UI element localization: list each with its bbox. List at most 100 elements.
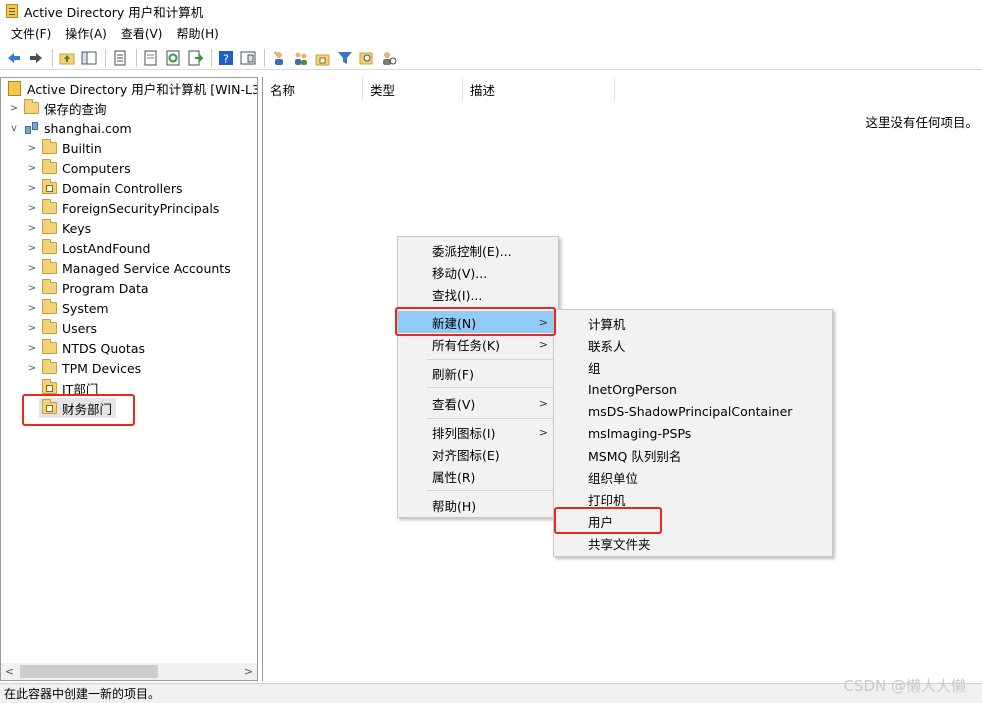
submenu-item-user[interactable]: 用户 bbox=[554, 510, 832, 532]
tree-item-tpm-devices[interactable]: > TPM Devices bbox=[25, 358, 141, 378]
tree-item-label: System bbox=[62, 300, 109, 316]
menu-item-refresh[interactable]: 刷新(F) bbox=[398, 362, 558, 384]
chevron-down-icon[interactable]: v bbox=[7, 123, 21, 134]
chevron-right-icon[interactable]: > bbox=[25, 163, 39, 174]
filter-icon[interactable] bbox=[335, 48, 355, 68]
tree-item-keys[interactable]: > Keys bbox=[25, 218, 91, 238]
new-user-icon[interactable]: ✶ bbox=[269, 48, 289, 68]
chevron-right-icon[interactable]: > bbox=[25, 343, 39, 354]
submenu-item-inetorgperson[interactable]: InetOrgPerson bbox=[554, 378, 832, 400]
menu-item-delegate-control[interactable]: 委派控制(E)... bbox=[398, 239, 558, 261]
horizontal-scrollbar[interactable]: < > bbox=[1, 663, 257, 680]
column-header-name[interactable]: 名称 bbox=[263, 77, 363, 101]
tree-item-computers[interactable]: > Computers bbox=[25, 158, 131, 178]
tree-item-domain-controllers[interactable]: > Domain Controllers bbox=[25, 178, 182, 198]
submenu-item-ou[interactable]: 组织单位 bbox=[554, 466, 832, 488]
menu-item-find[interactable]: 查找(I)... bbox=[398, 283, 558, 305]
chevron-right-icon[interactable]: > bbox=[25, 263, 39, 274]
chevron-right-icon[interactable]: > bbox=[7, 103, 21, 114]
chevron-right-icon[interactable]: > bbox=[25, 323, 39, 334]
folder-icon bbox=[42, 219, 57, 234]
menu-item-all-tasks[interactable]: 所有任务(K) > bbox=[398, 333, 558, 355]
chevron-right-icon[interactable]: > bbox=[25, 283, 39, 294]
submenu-item-msmq-alias[interactable]: MSMQ 队列别名 bbox=[554, 444, 832, 466]
toolbar-separator bbox=[264, 48, 265, 67]
menu-item-label: 联系人 bbox=[588, 338, 626, 354]
tree-item-managed-service-accounts[interactable]: > Managed Service Accounts bbox=[25, 258, 231, 278]
chevron-right-icon[interactable]: > bbox=[25, 363, 39, 374]
menu-action[interactable]: 操作(A) bbox=[58, 25, 114, 42]
chevron-right-icon[interactable]: > bbox=[25, 203, 39, 214]
tree-root[interactable]: Active Directory 用户和计算机 [WIN-L3T bbox=[3, 78, 257, 98]
menu-separator bbox=[427, 418, 555, 419]
tree-item-label: Builtin bbox=[62, 140, 102, 156]
export-icon[interactable] bbox=[185, 48, 205, 68]
tree-item-finance-dept[interactable]: 财务部门 bbox=[39, 398, 117, 418]
tree-item-domain[interactable]: v shanghai.com bbox=[7, 118, 132, 138]
column-header-description[interactable]: 描述 bbox=[463, 77, 615, 101]
refresh-icon[interactable] bbox=[163, 48, 183, 68]
scroll-track[interactable] bbox=[18, 665, 240, 678]
new-group-icon[interactable] bbox=[291, 48, 311, 68]
chevron-right-icon[interactable]: > bbox=[25, 303, 39, 314]
chevron-right-icon[interactable]: > bbox=[25, 243, 39, 254]
menu-help[interactable]: 帮助(H) bbox=[169, 25, 225, 42]
tree-item-label: TPM Devices bbox=[62, 360, 142, 376]
submenu-item-shadow-principal-container[interactable]: msDS-ShadowPrincipalContainer bbox=[554, 400, 832, 422]
chevron-right-icon[interactable]: > bbox=[25, 143, 39, 154]
menu-file[interactable]: 文件(F) bbox=[4, 25, 58, 42]
up-folder-icon[interactable] bbox=[57, 48, 77, 68]
tree-item-saved-queries[interactable]: > 保存的查询 bbox=[7, 98, 107, 118]
scroll-left-icon[interactable]: < bbox=[1, 665, 18, 678]
scroll-right-icon[interactable]: > bbox=[240, 665, 257, 678]
menu-item-line-up-icons[interactable]: 对齐图标(E) bbox=[398, 443, 558, 465]
tree-item-users[interactable]: > Users bbox=[25, 318, 97, 338]
folder-icon bbox=[42, 339, 57, 354]
folder-icon bbox=[42, 139, 57, 154]
export-list-icon[interactable] bbox=[141, 48, 161, 68]
tree-item-foreign-security-principals[interactable]: > ForeignSecurityPrincipals bbox=[25, 198, 219, 218]
tree-item-ntds-quotas[interactable]: > NTDS Quotas bbox=[25, 338, 145, 358]
delegate-icon[interactable] bbox=[379, 48, 399, 68]
column-header-type[interactable]: 类型 bbox=[363, 77, 463, 101]
console-tree-icon[interactable] bbox=[238, 48, 258, 68]
menu-item-label: 用户 bbox=[588, 514, 614, 530]
forward-arrow-icon[interactable] bbox=[26, 48, 46, 68]
menu-item-move[interactable]: 移动(V)... bbox=[398, 261, 558, 283]
toolbar: ? ✶ bbox=[0, 46, 982, 70]
menu-item-view[interactable]: 查看(V) > bbox=[398, 392, 558, 414]
empty-list-message: 这里没有任何项目。 bbox=[865, 115, 978, 130]
folder-icon bbox=[42, 299, 57, 314]
menu-item-properties[interactable]: 属性(R) bbox=[398, 465, 558, 487]
submenu-item-printer[interactable]: 打印机 bbox=[554, 488, 832, 510]
submenu-item-shared-folder[interactable]: 共享文件夹 bbox=[554, 532, 832, 554]
submenu-item-computer[interactable]: 计算机 bbox=[554, 312, 832, 334]
properties-icon[interactable] bbox=[110, 48, 130, 68]
help-icon[interactable]: ? bbox=[216, 48, 236, 68]
tree-item-program-data[interactable]: > Program Data bbox=[25, 278, 149, 298]
menu-item-label: 帮助(H) bbox=[432, 498, 477, 514]
folder-icon bbox=[42, 359, 57, 374]
chevron-right-icon[interactable]: > bbox=[25, 223, 39, 234]
submenu-item-contact[interactable]: 联系人 bbox=[554, 334, 832, 356]
tree-item-system[interactable]: > System bbox=[25, 298, 109, 318]
tree-item-lost-and-found[interactable]: > LostAndFound bbox=[25, 238, 150, 258]
menu-item-label: 共享文件夹 bbox=[588, 536, 651, 552]
menu-item-new[interactable]: 新建(N) > bbox=[398, 311, 558, 333]
submenu-item-group[interactable]: 组 bbox=[554, 356, 832, 378]
tree-item-label: LostAndFound bbox=[62, 240, 151, 256]
submenu-item-msimaging-psps[interactable]: msImaging-PSPs bbox=[554, 422, 832, 444]
menu-item-arrange-icons[interactable]: 排列图标(I) > bbox=[398, 421, 558, 443]
chevron-right-icon[interactable]: > bbox=[25, 183, 39, 194]
menu-item-help[interactable]: 帮助(H) bbox=[398, 494, 558, 516]
new-ou-icon[interactable] bbox=[313, 48, 333, 68]
scroll-thumb[interactable] bbox=[20, 665, 158, 678]
watermark: CSDN @懒人大懒 bbox=[843, 677, 966, 695]
show-tree-icon[interactable] bbox=[79, 48, 99, 68]
menu-separator bbox=[427, 490, 555, 491]
menu-view[interactable]: 查看(V) bbox=[114, 25, 170, 42]
tree-item-builtin[interactable]: > Builtin bbox=[25, 138, 102, 158]
tree-item-it-dept[interactable]: IT部门 bbox=[39, 378, 98, 398]
back-arrow-icon[interactable] bbox=[4, 48, 24, 68]
find-icon[interactable] bbox=[357, 48, 377, 68]
